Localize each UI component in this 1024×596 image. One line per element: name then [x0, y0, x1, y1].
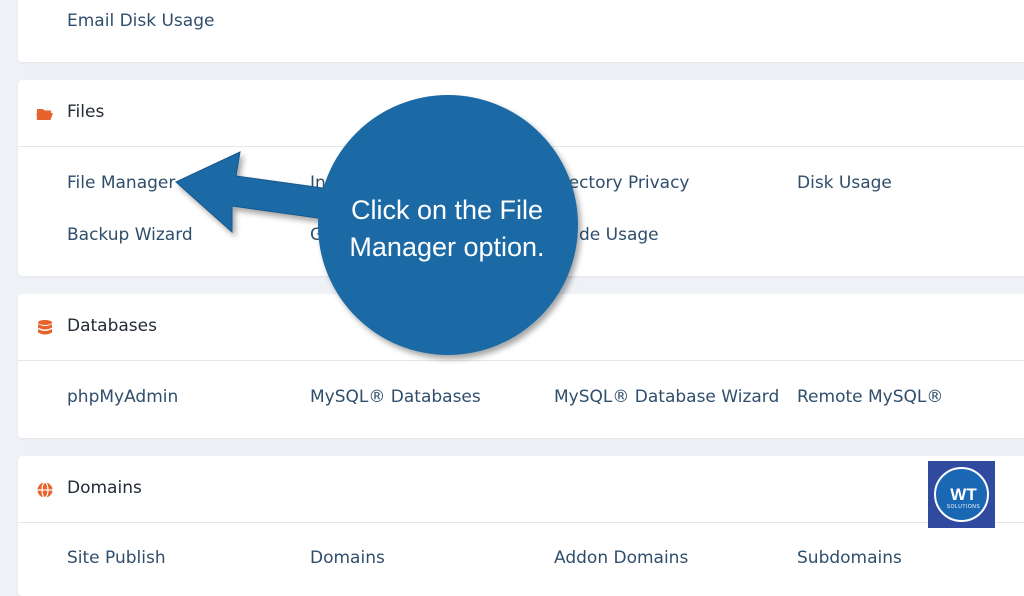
subdomains-link[interactable]: Subdomains: [797, 548, 902, 568]
databases-panel: Databases phpMyAdmin MySQL® Databases My…: [18, 294, 1024, 438]
domains-panel-header: Domains: [18, 456, 1024, 523]
database-icon: [38, 320, 52, 335]
logo-main-text: WT: [950, 485, 977, 504]
wt-solutions-logo: WT SOLUTIONS: [928, 461, 995, 528]
domains-panel: Domains Site Publish Domains Addon Domai…: [18, 456, 1024, 596]
globe-icon: [37, 481, 53, 499]
remote-mysql-link[interactable]: Remote MySQL®: [797, 387, 943, 407]
site-publisher-link[interactable]: Site Publish: [67, 548, 166, 568]
files-panel: Files File Manager In rectory Privacy Di…: [18, 80, 1024, 276]
email-panel: Email Disk Usage: [18, 0, 1024, 62]
directory-privacy-link[interactable]: rectory Privacy: [562, 173, 690, 193]
inode-usage-link[interactable]: de Usage: [579, 225, 659, 245]
logo-sub-text: SOLUTIONS: [946, 504, 981, 510]
domains-link[interactable]: Domains: [310, 548, 385, 568]
files-panel-header: Files: [18, 80, 1024, 147]
folder-open-icon: [36, 109, 53, 120]
domains-panel-title: Domains: [67, 478, 142, 498]
disk-usage-link[interactable]: Disk Usage: [797, 173, 892, 193]
git-version-control-link[interactable]: G: [310, 225, 323, 245]
files-panel-title: Files: [67, 102, 105, 122]
file-manager-link[interactable]: File Manager: [67, 173, 175, 193]
mysql-databases-link[interactable]: MySQL® Databases: [310, 387, 481, 407]
email-disk-usage-link[interactable]: Email Disk Usage: [67, 11, 214, 31]
mysql-database-wizard-link[interactable]: MySQL® Database Wizard: [554, 387, 779, 407]
backup-wizard-link[interactable]: Backup Wizard: [67, 225, 193, 245]
images-link[interactable]: In: [310, 173, 326, 193]
databases-panel-title: Databases: [67, 316, 157, 336]
addon-domains-link[interactable]: Addon Domains: [554, 548, 688, 568]
logo-ring: WT SOLUTIONS: [934, 467, 989, 522]
databases-panel-header: Databases: [18, 294, 1024, 361]
phpmyadmin-link[interactable]: phpMyAdmin: [67, 387, 178, 407]
